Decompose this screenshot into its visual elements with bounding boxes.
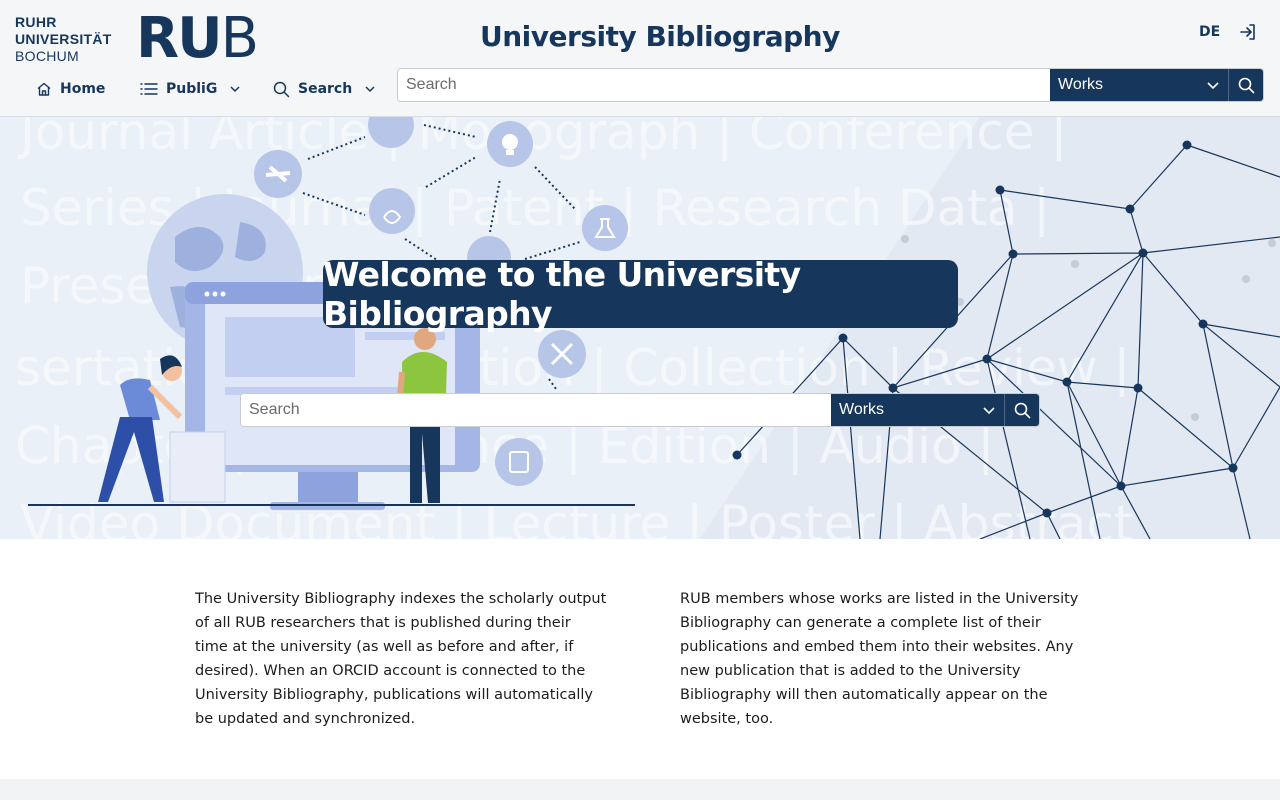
nav-home-label: Home: [60, 81, 106, 97]
chevron-down-icon: [230, 86, 240, 93]
list-icon: [140, 83, 158, 95]
footer-strip: [0, 779, 1280, 800]
header-search-button[interactable]: [1229, 69, 1263, 101]
nav-publig[interactable]: PubliG: [140, 78, 241, 100]
header-search-type-select[interactable]: Works: [1050, 69, 1229, 101]
language-switch[interactable]: DE: [1199, 24, 1220, 40]
header-search-type-value: Works: [1058, 76, 1104, 93]
logo-mark-b: B: [220, 6, 259, 71]
login-icon[interactable]: [1238, 22, 1258, 42]
search-icon: [1238, 77, 1254, 93]
home-icon: [37, 82, 51, 96]
logo-line-2: UNIVERSITÄT: [15, 31, 112, 47]
hero-search-button[interactable]: [1005, 394, 1039, 426]
search-icon: [273, 81, 290, 97]
hero-search-type-value: Works: [839, 401, 885, 418]
header-search-bar: Works: [397, 68, 1264, 102]
site-header: RUHR UNIVERSITÄT BOCHUM RUB University B…: [0, 0, 1280, 117]
logo-line-1: RUHR: [15, 14, 57, 30]
chevron-down-icon: [1207, 82, 1219, 90]
bg-words-line-1: Journal Article | Monograph | Conference…: [17, 117, 1067, 161]
search-icon: [1014, 402, 1030, 418]
hero-title: Welcome to the University Bibliography: [323, 255, 958, 333]
hero-search-bar: Works: [240, 393, 1040, 427]
nav-search-label: Search: [298, 81, 353, 97]
site-title[interactable]: University Bibliography: [480, 20, 840, 53]
logo-line-3: BOCHUM: [15, 48, 80, 64]
logo-mark-ru: RU: [136, 6, 223, 71]
header-search-input[interactable]: [398, 69, 1050, 101]
rub-logo-wordmark[interactable]: RUHR UNIVERSITÄT BOCHUM: [15, 14, 112, 65]
intro-paragraph-right: RUB members whose works are listed in th…: [680, 591, 1079, 727]
hero-search-type-select[interactable]: Works: [831, 394, 1005, 426]
hero-banner: Journal Article | Monograph | Conference…: [0, 117, 1280, 539]
intro-section: The University Bibliography indexes the …: [0, 539, 1280, 779]
chevron-down-icon: [983, 407, 995, 415]
rub-logo-mark[interactable]: RUB: [136, 6, 259, 72]
nav-search[interactable]: Search: [273, 78, 376, 100]
intro-paragraph-left: The University Bibliography indexes the …: [195, 591, 607, 727]
nav-publig-label: PubliG: [166, 81, 218, 97]
chevron-down-icon: [365, 86, 375, 93]
nav-home[interactable]: Home: [36, 78, 105, 100]
hero-search-input[interactable]: [241, 394, 831, 426]
